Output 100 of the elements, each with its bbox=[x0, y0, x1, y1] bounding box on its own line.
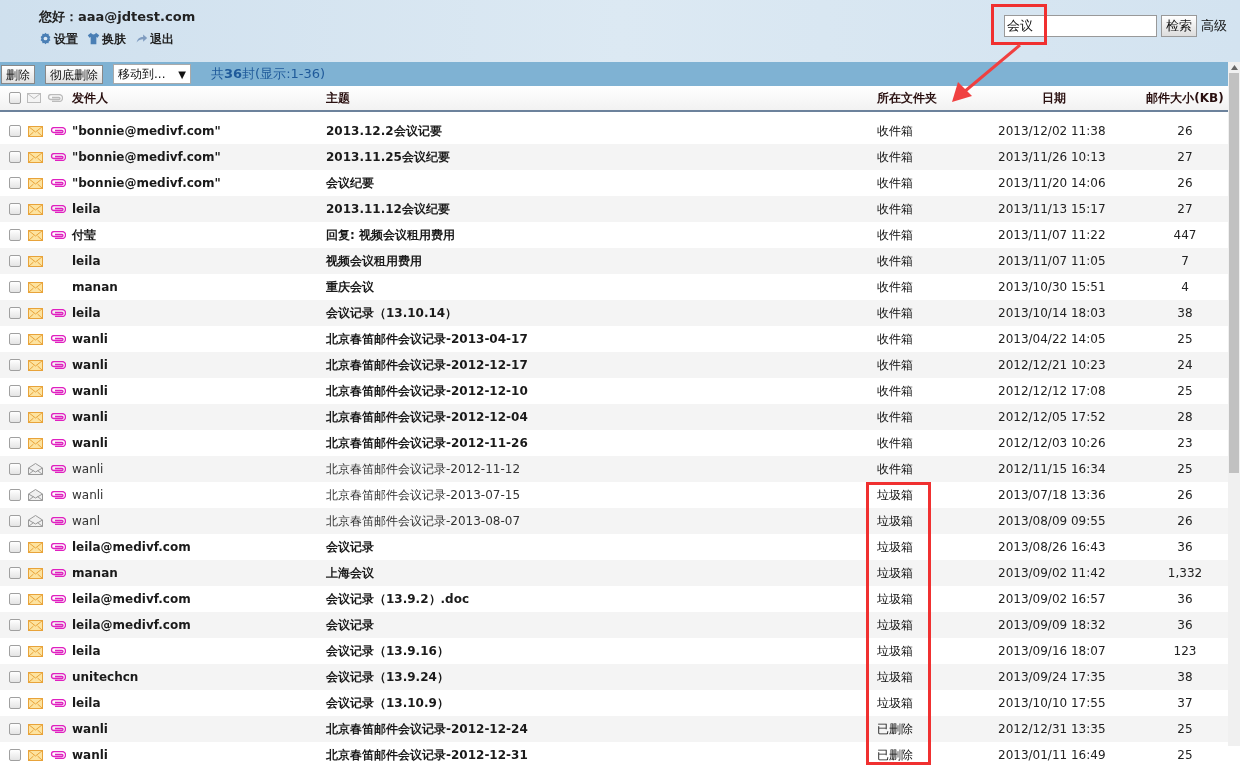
column-header[interactable]: 邮件大小(KB) bbox=[1142, 89, 1228, 107]
checkbox[interactable] bbox=[9, 307, 21, 319]
folder-cell-text: 收件箱 bbox=[877, 409, 914, 426]
checkbox[interactable] bbox=[9, 281, 21, 293]
checkbox[interactable] bbox=[9, 411, 21, 423]
subject-cell-text: 视频会议租用费用 bbox=[326, 253, 423, 270]
folder-cell-text: 垃圾箱 bbox=[877, 695, 914, 712]
paperclip-icon bbox=[50, 335, 66, 343]
sender-cell-text: leila@medivf.com bbox=[72, 591, 192, 608]
advanced-link[interactable]: 高级 bbox=[1201, 15, 1227, 37]
checkbox[interactable] bbox=[9, 749, 21, 761]
subject-cell-text: 北京春笛邮件会议记录-2013-04-17 bbox=[326, 331, 529, 348]
checkbox[interactable] bbox=[9, 437, 21, 449]
mail-row[interactable]: leila 会议记录（13.10.14） 收件箱 2013/10/14 18:03 38 bbox=[0, 300, 1228, 326]
size-cell-text: 447 bbox=[1172, 227, 1198, 244]
date-cell-text: 2013/11/13 15:17 bbox=[998, 201, 1107, 218]
checkbox[interactable] bbox=[9, 359, 21, 371]
checkbox[interactable] bbox=[9, 489, 21, 501]
mail-row[interactable]: wanli 北京春笛邮件会议记录-2012-12-24 已删除 2012/12/31 13:35 25 bbox=[0, 716, 1228, 742]
shirt-icon bbox=[87, 32, 100, 45]
subject-cell-text: 回复: 视频会议租用费用 bbox=[326, 227, 456, 244]
annotation-arrow bbox=[950, 44, 1022, 104]
mail-row[interactable]: "bonnie@medivf.com" 2013.11.25会议纪要 收件箱 2013/11/26 10:13 27 bbox=[0, 144, 1228, 170]
date-cell-text: 2013/09/09 18:32 bbox=[998, 617, 1107, 634]
checkbox[interactable] bbox=[9, 567, 21, 579]
date-cell-text: 2012/12/12 17:08 bbox=[998, 383, 1107, 400]
folder-cell-text: 已删除 bbox=[877, 747, 914, 764]
paperclip-icon bbox=[50, 439, 66, 447]
checkbox[interactable] bbox=[9, 177, 21, 189]
checkbox[interactable] bbox=[9, 723, 21, 735]
date-cell-text: 2013/11/20 14:06 bbox=[998, 175, 1107, 192]
subject-cell-text: 会议记录 bbox=[326, 617, 375, 634]
folder-cell-text: 收件箱 bbox=[877, 227, 914, 244]
sender-cell-text: wanli bbox=[72, 357, 109, 374]
checkbox[interactable] bbox=[9, 515, 21, 527]
column-header[interactable]: 发件人 bbox=[72, 89, 326, 107]
date-cell-text: 2013/11/26 10:13 bbox=[998, 149, 1107, 166]
search-field[interactable]: 会议 bbox=[1004, 15, 1157, 37]
checkbox[interactable] bbox=[9, 645, 21, 657]
scrollbar[interactable] bbox=[1228, 62, 1240, 746]
mail-row[interactable]: wanli 北京春笛邮件会议记录-2012-11-12 收件箱 2012/11/15 16:34 25 bbox=[0, 456, 1228, 482]
paperclip-icon bbox=[50, 465, 66, 473]
toolbar-button[interactable]: 删除 bbox=[1, 64, 35, 84]
search-button[interactable]: 检索 bbox=[1161, 15, 1197, 37]
paperclip-icon bbox=[50, 205, 66, 213]
paperclip-icon bbox=[50, 387, 66, 395]
checkbox[interactable] bbox=[9, 229, 21, 241]
checkbox[interactable] bbox=[9, 385, 21, 397]
header-link[interactable]: 设置 bbox=[39, 29, 78, 48]
checkbox[interactable] bbox=[9, 619, 21, 631]
mail-row[interactable]: wanli 北京春笛邮件会议记录-2012-12-17 收件箱 2012/12/21 10:23 24 bbox=[0, 352, 1228, 378]
folder-cell-text: 收件箱 bbox=[877, 461, 914, 478]
checkbox[interactable] bbox=[9, 541, 21, 553]
folder-cell-text: 收件箱 bbox=[877, 123, 914, 140]
column-header[interactable]: 日期 bbox=[1027, 89, 1142, 107]
date-cell-text: 2012/11/15 16:34 bbox=[998, 461, 1107, 478]
header-link[interactable]: 退出 bbox=[135, 29, 174, 48]
envelope-icon bbox=[27, 93, 41, 103]
date-cell-text: 2012/12/21 10:23 bbox=[998, 357, 1107, 374]
size-cell-text: 26 bbox=[1176, 513, 1194, 530]
mail-row[interactable]: wanli 北京春笛邮件会议记录-2012-12-04 收件箱 2012/12/05 17:52 28 bbox=[0, 404, 1228, 430]
mail-row[interactable]: manan 上海会议 垃圾箱 2013/09/02 11:42 1,332 bbox=[0, 560, 1228, 586]
checkbox[interactable] bbox=[9, 203, 21, 215]
folder-cell-text: 垃圾箱 bbox=[877, 487, 914, 504]
checkbox[interactable] bbox=[9, 151, 21, 163]
subject-cell-text: 2013.11.12会议纪要 bbox=[326, 201, 451, 218]
move-to-select[interactable]: 移动到... ▼ bbox=[113, 64, 191, 84]
column-header[interactable]: 主题 bbox=[326, 89, 877, 107]
checkbox[interactable] bbox=[9, 671, 21, 683]
checkbox[interactable] bbox=[9, 255, 21, 267]
scroll-up-icon[interactable] bbox=[1230, 65, 1238, 70]
mail-row[interactable]: leila 视频会议租用费用 收件箱 2013/11/07 11:05 7 bbox=[0, 248, 1228, 274]
checkbox[interactable] bbox=[9, 92, 21, 104]
size-cell-text: 1,332 bbox=[1166, 565, 1204, 582]
checkbox[interactable] bbox=[9, 125, 21, 137]
sender-cell-text: wanli bbox=[72, 383, 109, 400]
subject-cell-text: 北京春笛邮件会议记录-2012-12-04 bbox=[326, 409, 529, 426]
date-cell-text: 2013/07/18 13:36 bbox=[998, 487, 1107, 504]
sender-cell-text: leila bbox=[72, 695, 102, 712]
date-cell-text: 2013/04/22 14:05 bbox=[998, 331, 1107, 348]
checkbox[interactable] bbox=[9, 697, 21, 709]
size-cell-text: 28 bbox=[1176, 409, 1194, 426]
mail-row[interactable]: unitechcn 会议记录（13.9.24） 垃圾箱 2013/09/24 17:35 38 bbox=[0, 664, 1228, 690]
mail-row[interactable]: leila@medivf.com 会议记录 垃圾箱 2013/09/09 18:32 36 bbox=[0, 612, 1228, 638]
folder-cell-text: 垃圾箱 bbox=[877, 513, 914, 530]
paperclip-icon bbox=[50, 751, 66, 759]
folder-cell-text: 垃圾箱 bbox=[877, 643, 914, 660]
date-cell-text: 2013/08/09 09:55 bbox=[998, 513, 1107, 530]
checkbox[interactable] bbox=[9, 593, 21, 605]
mail-row[interactable]: leila 2013.11.12会议纪要 收件箱 2013/11/13 15:17 27 bbox=[0, 196, 1228, 222]
size-cell-text: 36 bbox=[1176, 591, 1194, 608]
column-header[interactable]: 所在文件夹 bbox=[877, 89, 1027, 107]
checkbox[interactable] bbox=[9, 463, 21, 475]
checkbox[interactable] bbox=[9, 333, 21, 345]
header-link[interactable]: 换肤 bbox=[87, 29, 126, 48]
paperclip-icon bbox=[50, 699, 66, 707]
toolbar-button[interactable]: 彻底删除 bbox=[45, 64, 103, 84]
size-cell-text: 27 bbox=[1176, 149, 1194, 166]
paperclip-icon bbox=[50, 569, 66, 577]
mail-row[interactable]: wanl 北京春笛邮件会议记录-2013-08-07 垃圾箱 2013/08/09 09:55 26 bbox=[0, 508, 1228, 534]
